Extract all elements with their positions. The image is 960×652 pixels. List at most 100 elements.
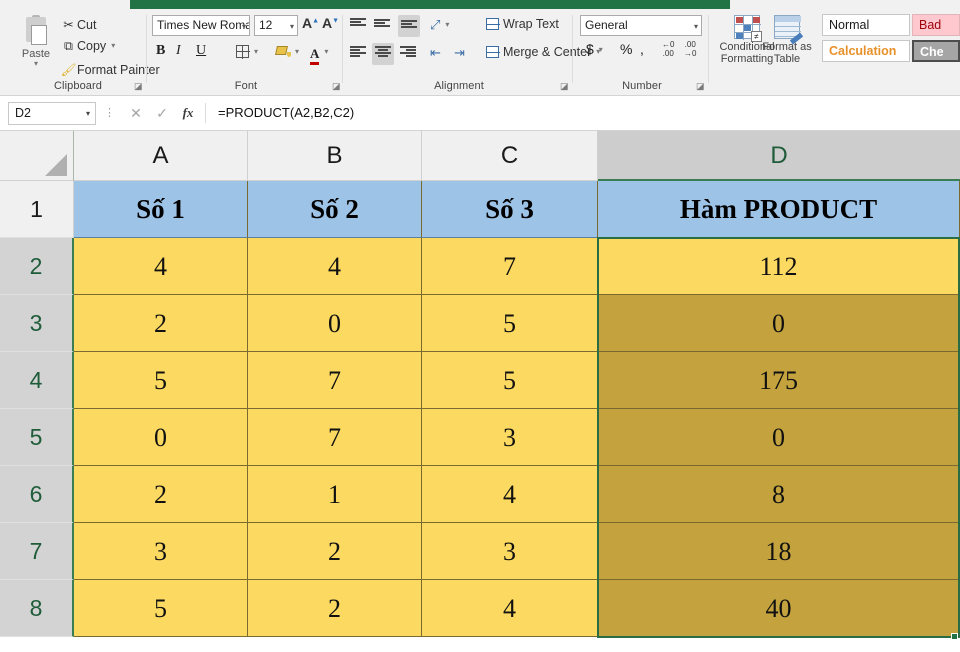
name-box[interactable]: D2 ▾ <box>8 101 96 125</box>
copy-button[interactable]: ⧉ Copy ▾ <box>60 39 115 54</box>
cell-D7[interactable]: 18 <box>598 523 960 580</box>
align-left-button[interactable] <box>350 45 366 63</box>
increase-indent-button[interactable]: ⇥ <box>454 45 465 61</box>
formula-bar-grip[interactable]: ⋮ <box>104 108 115 119</box>
decrease-decimal-button[interactable]: .00 →0 <box>684 40 696 58</box>
cell-A7[interactable]: 3 <box>74 523 248 580</box>
chevron-down-icon[interactable]: ▾ <box>254 47 258 56</box>
format-painter-button[interactable]: 🖌Format Painter <box>60 63 160 78</box>
chevron-down-icon[interactable]: ▾ <box>445 20 449 29</box>
formula-input[interactable]: =PRODUCT(A2,B2,C2) <box>210 102 960 125</box>
align-bottom-button[interactable] <box>398 15 420 37</box>
cell-A2[interactable]: 4 <box>74 238 248 295</box>
comma-style-button[interactable]: , <box>640 41 644 57</box>
cell-B2[interactable]: 4 <box>248 238 422 295</box>
cell-B1[interactable]: Số 2 <box>248 181 422 238</box>
cell-D1[interactable]: Hàm PRODUCT <box>598 181 960 238</box>
insert-function-button[interactable]: fx <box>175 105 201 121</box>
chevron-down-icon[interactable]: ▾ <box>599 45 603 54</box>
fill-color-button[interactable]: ▾ <box>275 43 299 59</box>
chevron-down-icon[interactable]: ▾ <box>111 41 115 50</box>
cell-C8[interactable]: 4 <box>422 580 598 637</box>
row-header-4[interactable]: 4 <box>0 352 74 409</box>
cell-D2[interactable]: 112 <box>598 238 960 295</box>
font-size-input[interactable]: 12 ▾ <box>254 15 298 36</box>
cell-style-normal[interactable]: Normal <box>822 14 910 36</box>
cell-B6[interactable]: 1 <box>248 466 422 523</box>
cell-A1[interactable]: Số 1 <box>74 181 248 238</box>
confirm-formula-button[interactable]: ✓ <box>149 105 175 122</box>
increase-font-size-button[interactable]: A▲ <box>302 15 319 31</box>
cell-C4[interactable]: 5 <box>422 352 598 409</box>
align-right-button[interactable] <box>400 45 416 63</box>
row-header-5[interactable]: 5 <box>0 409 74 466</box>
cell-B5[interactable]: 7 <box>248 409 422 466</box>
chevron-down-icon[interactable]: ▾ <box>324 47 328 56</box>
percent-style-button[interactable]: % <box>620 41 632 57</box>
cut-button[interactable]: ✂ Cut <box>60 17 96 32</box>
cell-C7[interactable]: 3 <box>422 523 598 580</box>
orientation-button[interactable]: ⤢ ▾ <box>430 17 449 33</box>
cell-D3[interactable]: 0 <box>598 295 960 352</box>
cell-A8[interactable]: 5 <box>74 580 248 637</box>
cell-D4[interactable]: 175 <box>598 352 960 409</box>
cell-style-calculation[interactable]: Calculation <box>822 40 910 62</box>
font-color-button[interactable]: A ▾ <box>310 43 328 65</box>
font-dialog-launcher[interactable]: ◪ <box>332 81 342 91</box>
paste-button[interactable]: Paste ▾ <box>12 13 60 77</box>
cell-C1[interactable]: Số 3 <box>422 181 598 238</box>
row-header-2[interactable]: 2 <box>0 238 74 295</box>
cell-C6[interactable]: 4 <box>422 466 598 523</box>
column-header-b[interactable]: B <box>248 131 422 181</box>
cell-C3[interactable]: 5 <box>422 295 598 352</box>
chevron-down-icon[interactable]: ▾ <box>295 47 299 56</box>
cell-B8[interactable]: 2 <box>248 580 422 637</box>
column-header-a[interactable]: A <box>74 131 248 181</box>
clipboard-dialog-launcher[interactable]: ◪ <box>134 81 144 91</box>
cell-C2[interactable]: 7 <box>422 238 598 295</box>
decrease-indent-button[interactable]: ⇤ <box>430 45 441 61</box>
cell-B4[interactable]: 7 <box>248 352 422 409</box>
chevron-down-icon[interactable]: ▾ <box>694 22 698 31</box>
cell-D6[interactable]: 8 <box>598 466 960 523</box>
row-header-3[interactable]: 3 <box>0 295 74 352</box>
chevron-down-icon[interactable]: ▾ <box>86 103 90 124</box>
cell-A6[interactable]: 2 <box>74 466 248 523</box>
bold-button[interactable]: B <box>156 43 165 59</box>
borders-button[interactable]: ▾ <box>236 43 258 59</box>
row-header-6[interactable]: 6 <box>0 466 74 523</box>
underline-button[interactable]: U <box>196 43 206 59</box>
fill-handle[interactable] <box>951 633 958 640</box>
align-center-button[interactable] <box>372 43 394 65</box>
cell-D8[interactable]: 40 <box>598 580 960 637</box>
increase-decimal-button[interactable]: ←0 .00 <box>662 40 674 58</box>
cell-style-check-cell[interactable]: Che <box>912 40 960 62</box>
italic-button[interactable]: I <box>176 43 181 59</box>
font-name-input[interactable]: Times New Roma ▾ <box>152 15 250 36</box>
currency-button[interactable]: $ ▾ <box>586 41 603 57</box>
cell-A3[interactable]: 2 <box>74 295 248 352</box>
format-as-table-button[interactable]: Format as Table <box>754 13 820 65</box>
cell-B7[interactable]: 2 <box>248 523 422 580</box>
decrease-font-size-button[interactable]: A▼ <box>322 15 339 31</box>
number-format-select[interactable]: General ▾ <box>580 15 702 36</box>
column-header-c[interactable]: C <box>422 131 598 181</box>
cell-C5[interactable]: 3 <box>422 409 598 466</box>
cancel-formula-button[interactable]: ✕ <box>123 105 149 122</box>
chevron-down-icon[interactable]: ▾ <box>242 22 246 31</box>
row-header-7[interactable]: 7 <box>0 523 74 580</box>
wrap-text-button[interactable]: Wrap Text <box>486 17 559 31</box>
align-top-button[interactable] <box>350 17 366 35</box>
cell-A5[interactable]: 0 <box>74 409 248 466</box>
cell-B3[interactable]: 0 <box>248 295 422 352</box>
row-header-1[interactable]: 1 <box>0 181 74 238</box>
row-header-8[interactable]: 8 <box>0 580 74 637</box>
chevron-down-icon[interactable]: ▾ <box>12 60 60 68</box>
cell-style-bad[interactable]: Bad <box>912 14 960 36</box>
cell-A4[interactable]: 5 <box>74 352 248 409</box>
column-header-d[interactable]: D <box>598 131 960 181</box>
number-dialog-launcher[interactable]: ◪ <box>696 81 706 91</box>
chevron-down-icon[interactable]: ▾ <box>290 22 294 31</box>
alignment-dialog-launcher[interactable]: ◪ <box>560 81 570 91</box>
align-middle-button[interactable] <box>374 17 390 35</box>
